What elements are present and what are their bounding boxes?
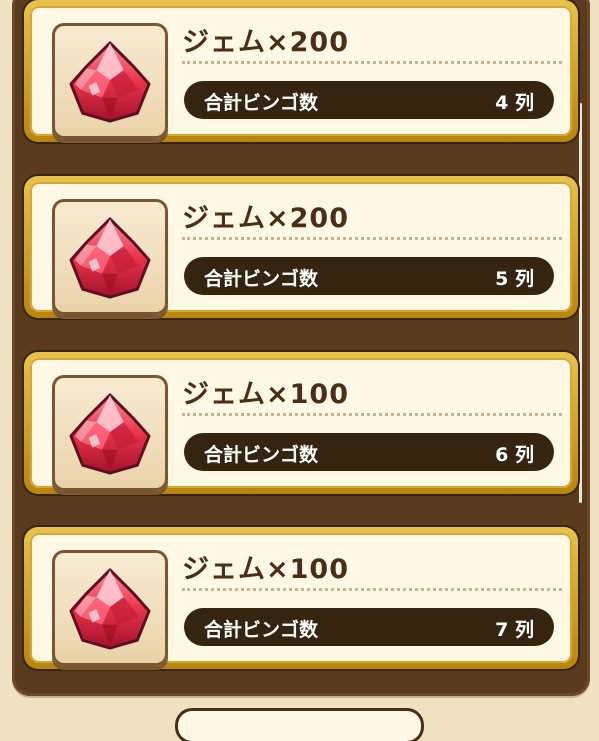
dotted-divider bbox=[182, 61, 562, 64]
reward-card-body: ジェム×200 合計ビンゴ数 5 列 bbox=[30, 182, 572, 315]
gem-icon bbox=[69, 568, 151, 650]
reward-title: ジェム×100 bbox=[182, 379, 349, 410]
bingo-count-value: 5 列 bbox=[495, 268, 534, 290]
reward-card: ジェム×200 合計ビンゴ数 5 列 bbox=[24, 176, 578, 318]
dotted-divider bbox=[182, 588, 562, 591]
gem-icon bbox=[69, 217, 151, 299]
reward-card: ジェム×200 合計ビンゴ数 4 列 bbox=[24, 0, 578, 142]
bingo-count-value: 7 列 bbox=[495, 619, 534, 641]
reward-icon-tile bbox=[52, 550, 168, 666]
reward-title: ジェム×100 bbox=[182, 554, 349, 585]
bottom-button[interactable] bbox=[178, 711, 421, 741]
gem-icon bbox=[69, 393, 151, 475]
bingo-count-bar: 合計ビンゴ数 5 列 bbox=[184, 257, 554, 295]
reward-card-body: ジェム×100 合計ビンゴ数 7 列 bbox=[30, 533, 572, 666]
reward-title: ジェム×200 bbox=[182, 27, 349, 58]
bingo-count-value: 6 列 bbox=[495, 444, 534, 466]
bingo-count-label: 合計ビンゴ数 bbox=[204, 92, 319, 114]
gem-icon bbox=[69, 41, 151, 123]
bingo-count-bar: 合計ビンゴ数 4 列 bbox=[184, 81, 554, 119]
scrollbar[interactable] bbox=[579, 103, 582, 503]
bingo-count-bar: 合計ビンゴ数 7 列 bbox=[184, 608, 554, 646]
dotted-divider bbox=[182, 237, 562, 240]
bingo-count-label: 合計ビンゴ数 bbox=[204, 619, 319, 641]
reward-card-body: ジェム×200 合計ビンゴ数 4 列 bbox=[30, 6, 572, 139]
reward-icon-tile bbox=[52, 199, 168, 315]
bingo-count-label: 合計ビンゴ数 bbox=[204, 268, 319, 290]
reward-icon-tile bbox=[52, 23, 168, 139]
reward-card: ジェム×100 合計ビンゴ数 7 列 bbox=[24, 527, 578, 669]
reward-icon-tile bbox=[52, 375, 168, 491]
bingo-count-value: 4 列 bbox=[495, 92, 534, 114]
bingo-count-label: 合計ビンゴ数 bbox=[204, 444, 319, 466]
bingo-count-bar: 合計ビンゴ数 6 列 bbox=[184, 433, 554, 471]
dotted-divider bbox=[182, 413, 562, 416]
reward-card-body: ジェム×100 合計ビンゴ数 6 列 bbox=[30, 358, 572, 491]
reward-title: ジェム×200 bbox=[182, 203, 349, 234]
reward-card: ジェム×100 合計ビンゴ数 6 列 bbox=[24, 352, 578, 494]
